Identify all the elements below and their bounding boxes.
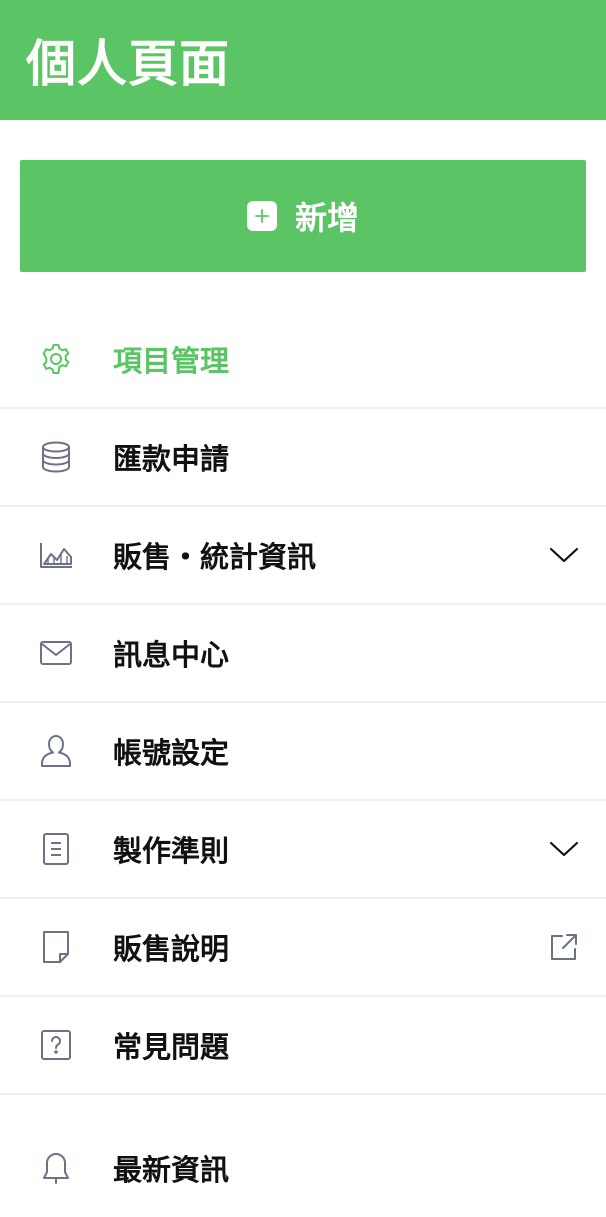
menu-item-label: 訊息中心 bbox=[113, 638, 230, 672]
chevron-down-icon[interactable] bbox=[548, 539, 580, 571]
database-icon bbox=[38, 439, 74, 475]
menu-item-remittance[interactable]: 匯款申請 bbox=[0, 409, 606, 507]
user-icon bbox=[38, 733, 74, 769]
menu-item-sales-statistics[interactable]: 販售・統計資訊 bbox=[0, 507, 606, 605]
page-title: 個人頁面 bbox=[26, 35, 230, 93]
external-link-icon[interactable] bbox=[548, 931, 580, 963]
bell-icon bbox=[38, 1150, 74, 1186]
add-button[interactable]: 新增 bbox=[20, 160, 586, 272]
menu-item-label: 最新資訊 bbox=[113, 1153, 230, 1187]
menu-item-label: 匯款申請 bbox=[113, 442, 230, 476]
menu-item-latest-news[interactable]: 最新資訊 bbox=[0, 1119, 606, 1217]
add-button-label: 新增 bbox=[294, 199, 359, 237]
menu-item-label: 帳號設定 bbox=[113, 736, 230, 770]
menu-item-label: 製作準則 bbox=[113, 834, 230, 868]
menu-item-account-settings[interactable]: 帳號設定 bbox=[0, 703, 606, 801]
menu-item-production-guidelines[interactable]: 製作準則 bbox=[0, 801, 606, 899]
menu-item-label: 常見問題 bbox=[113, 1030, 230, 1064]
side-menu: 項目管理 匯款申請 販售・統計資訊 訊息中心 帳號設定 製作準則 販售說明 常見… bbox=[0, 311, 606, 1217]
note-icon bbox=[38, 929, 74, 965]
document-icon bbox=[38, 831, 74, 867]
menu-item-label: 項目管理 bbox=[113, 344, 230, 378]
mail-icon bbox=[38, 635, 74, 671]
question-icon bbox=[38, 1027, 74, 1063]
menu-item-message-center[interactable]: 訊息中心 bbox=[0, 605, 606, 703]
chevron-down-icon[interactable] bbox=[548, 833, 580, 865]
page-header: 個人頁面 bbox=[0, 0, 606, 120]
menu-item-sales-instructions[interactable]: 販售說明 bbox=[0, 899, 606, 997]
menu-item-project-management[interactable]: 項目管理 bbox=[0, 311, 606, 409]
menu-item-label: 販售說明 bbox=[113, 932, 230, 966]
gear-icon bbox=[38, 341, 74, 377]
menu-item-label: 販售・統計資訊 bbox=[113, 540, 317, 574]
chart-icon bbox=[38, 537, 74, 573]
plus-square-icon bbox=[246, 201, 277, 231]
menu-item-faq[interactable]: 常見問題 bbox=[0, 997, 606, 1095]
